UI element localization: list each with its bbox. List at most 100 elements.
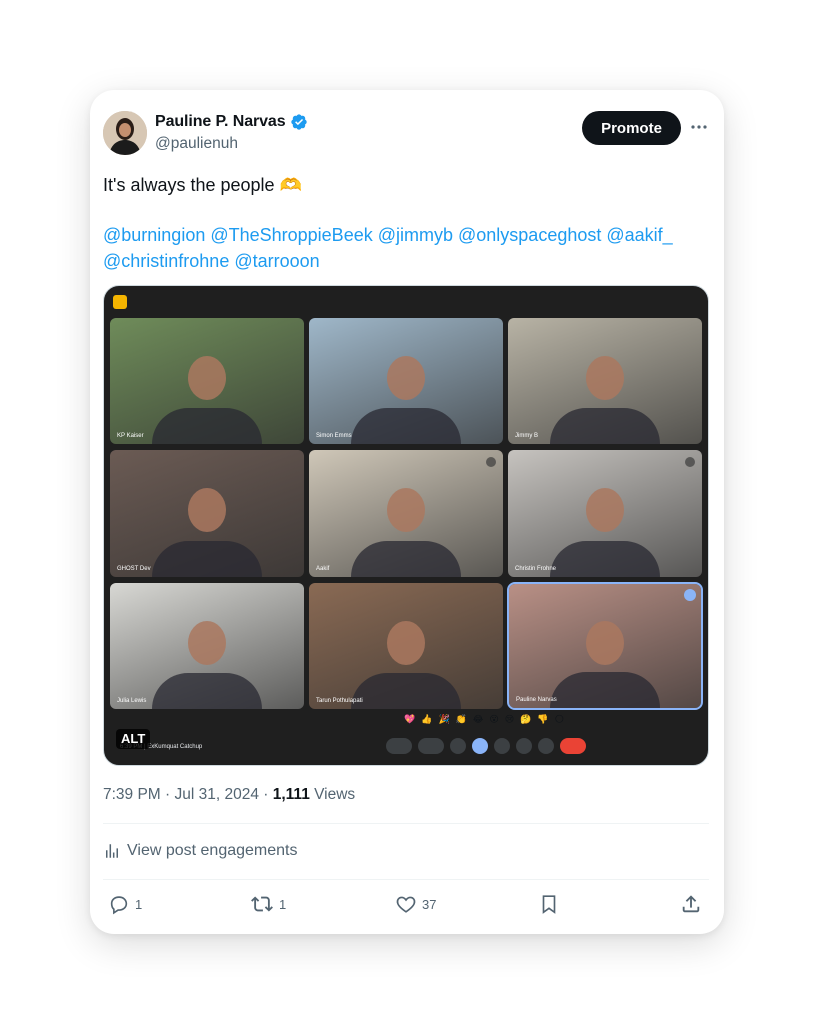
- tile-name-label: GHOST Dev: [117, 566, 151, 572]
- reaction-emoji: 🎉: [438, 714, 450, 724]
- post-timestamp[interactable]: 7:39 PM · Jul 31, 2024 ·: [103, 786, 273, 803]
- more-options-icon[interactable]: [690, 118, 708, 136]
- muted-mic-icon: [685, 457, 695, 467]
- reaction-emoji: 🌕: [554, 714, 565, 724]
- bookmark-button[interactable]: [538, 893, 565, 915]
- participant-body: [351, 673, 461, 709]
- like-button[interactable]: 37: [395, 893, 436, 915]
- repost-count: 1: [279, 896, 287, 912]
- participant-silhouette: [188, 620, 226, 665]
- participant-silhouette: [586, 621, 624, 666]
- like-count: 37: [422, 896, 437, 912]
- participant-silhouette: [387, 355, 425, 400]
- participant-silhouette: [188, 355, 226, 400]
- tile-name-label: Pauline Narvas: [516, 697, 557, 703]
- muted-mic-icon: [486, 457, 496, 467]
- reply-button[interactable]: 1: [108, 893, 142, 915]
- reaction-emoji: 🤔: [520, 714, 532, 724]
- video-tile: Jimmy B: [508, 318, 702, 444]
- views-label: Views: [309, 786, 356, 803]
- mention-link[interactable]: @jimmyb: [378, 225, 453, 245]
- reaction-emoji: 💖: [404, 714, 416, 724]
- verified-badge-icon[interactable]: [290, 113, 308, 131]
- video-tile: Tarun Pothulapati: [309, 583, 503, 709]
- participant-body: [152, 673, 262, 709]
- more-icon: [538, 738, 554, 754]
- engagements-label: View post engagements: [127, 842, 298, 859]
- tweet-card: Pauline P. Narvas @paulienuh Promote It'…: [90, 90, 724, 934]
- participant-silhouette: [586, 488, 624, 533]
- tile-name-label: KP Kaiser: [117, 433, 144, 439]
- reaction-emoji: 😂: [472, 714, 484, 724]
- video-tile: Simon Emms: [309, 318, 503, 444]
- mention-link[interactable]: @christinfrohne: [103, 251, 229, 271]
- mention-link[interactable]: @onlyspaceghost: [458, 225, 601, 245]
- video-tile: Aakif: [309, 450, 503, 577]
- reply-icon: [110, 896, 128, 915]
- participant-silhouette: [188, 488, 226, 533]
- video-tile: Christin Frohne: [508, 450, 702, 577]
- views-count: 1,111: [272, 786, 310, 803]
- participant-silhouette: [586, 355, 624, 400]
- participant-body: [152, 408, 262, 444]
- emoji-icon: [472, 738, 488, 754]
- reaction-emoji: 👎: [537, 714, 549, 724]
- tile-name-label: Tarun Pothulapati: [316, 698, 363, 704]
- heart-icon: [396, 896, 416, 913]
- analytics-icon: [106, 844, 118, 858]
- participant-silhouette: [387, 488, 425, 533]
- repost-icon: [251, 896, 273, 912]
- reaction-bar: 💖 👍 🎉 👏 😂 😮 😢 🤔 👎 🌕: [404, 714, 564, 725]
- view-engagements-link[interactable]: View post engagements: [103, 842, 297, 860]
- end-call-icon: [560, 738, 586, 754]
- reaction-emoji: 👏: [455, 714, 467, 724]
- participant-body: [550, 408, 660, 444]
- camera-icon: [418, 738, 444, 754]
- mentions-list: @burningion @TheShroppieBeek @jimmyb @onlys…: [103, 222, 703, 274]
- mention-link[interactable]: @burningion: [103, 225, 205, 245]
- avatar[interactable]: [103, 111, 147, 155]
- video-tile: KP Kaiser: [110, 318, 304, 444]
- post-meta: 7:39 PM · Jul 31, 2024 · 1,111 Views: [103, 786, 355, 804]
- mention-link[interactable]: @aakif_: [606, 225, 672, 245]
- alt-text-badge[interactable]: ALT: [116, 729, 151, 749]
- present-icon: [494, 738, 510, 754]
- share-icon: [682, 895, 700, 913]
- mic-icon: [386, 738, 412, 754]
- promote-button[interactable]: Promote: [582, 111, 681, 145]
- reaction-emoji: 😮: [489, 714, 499, 724]
- captions-icon: [450, 738, 466, 754]
- avatar-image: [103, 111, 147, 155]
- participant-body: [351, 541, 461, 577]
- media-video-call-screenshot[interactable]: KP Kaiser Simon Emms Jimmy B GHOST Dev A…: [103, 285, 709, 766]
- bookmark-icon: [542, 895, 556, 914]
- call-controls: [386, 738, 586, 754]
- meet-app-icon: [113, 295, 127, 309]
- tile-name-label: Julia Lewis: [117, 698, 147, 704]
- tile-name-label: Christin Frohne: [515, 566, 557, 572]
- author-handle[interactable]: @paulienuh: [155, 135, 238, 153]
- video-tile: Julia Lewis: [110, 583, 304, 709]
- reaction-emoji: 😢: [504, 714, 515, 724]
- tweet-text: It's always the people 🫶: [103, 175, 302, 195]
- mention-link[interactable]: @TheShroppieBeek: [210, 225, 372, 245]
- author-name[interactable]: Pauline P. Narvas: [155, 113, 286, 131]
- raise-hand-icon: [516, 738, 532, 754]
- repost-button[interactable]: 1: [250, 893, 286, 915]
- author-name-row: Pauline P. Narvas: [155, 113, 308, 131]
- share-button[interactable]: [680, 893, 707, 915]
- participant-body: [351, 408, 461, 444]
- tile-name-label: Simon Emms: [316, 433, 352, 439]
- participant-body: [152, 541, 262, 577]
- participant-body: [550, 672, 660, 708]
- divider: [103, 879, 709, 880]
- tile-options-icon: [684, 589, 696, 601]
- reaction-emoji: 👍: [421, 714, 433, 724]
- participant-body: [550, 541, 660, 577]
- mention-link[interactable]: @tarrooon: [234, 251, 319, 271]
- video-tile: GHOST Dev: [110, 450, 304, 577]
- tile-name-label: Jimmy B: [515, 433, 538, 439]
- divider: [103, 823, 709, 824]
- reply-count: 1: [135, 896, 143, 912]
- participant-silhouette: [387, 620, 425, 665]
